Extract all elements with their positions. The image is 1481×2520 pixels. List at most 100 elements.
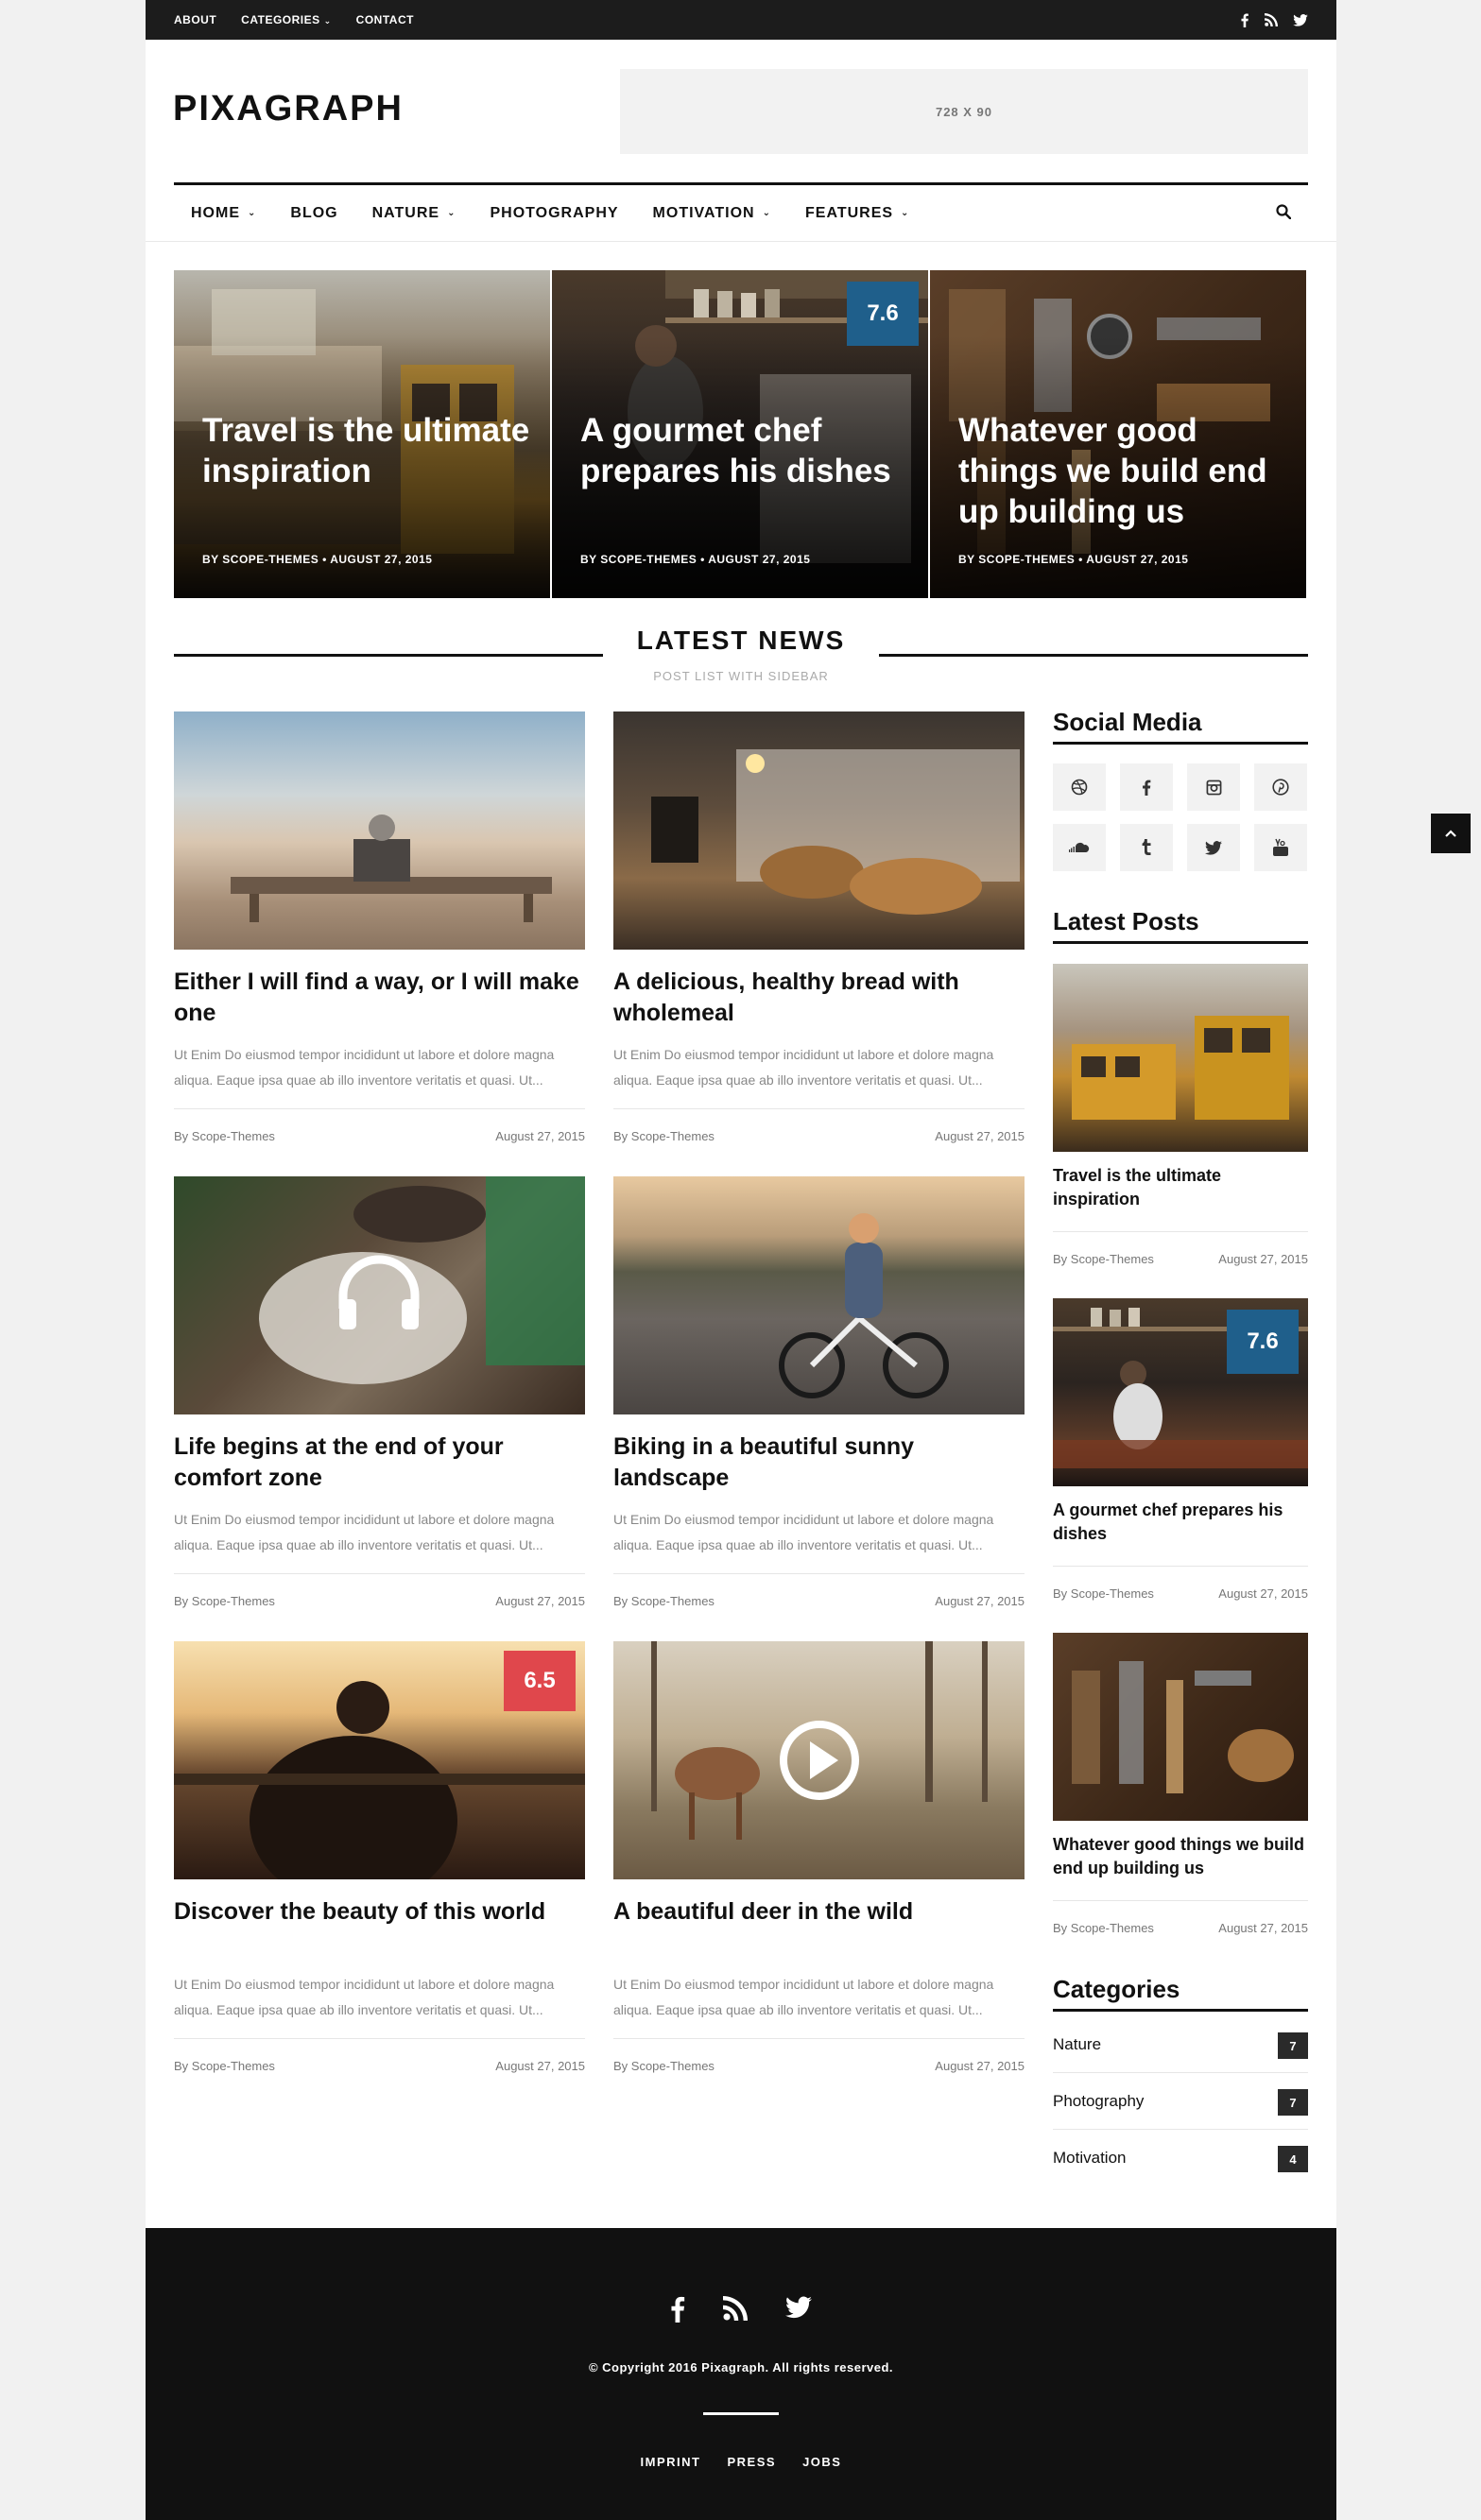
rss-icon[interactable] <box>723 2296 748 2327</box>
social-button-twitter[interactable] <box>1187 824 1240 871</box>
section-subtitle: POST LIST WITH SIDEBAR <box>653 669 829 683</box>
nav-item-nature[interactable]: NATURE ⌄ <box>372 205 456 222</box>
post-image-bench[interactable] <box>174 711 585 950</box>
pinterest-icon <box>1272 779 1289 796</box>
post-title[interactable]: Biking in a beautiful sunny landscape <box>613 1431 1025 1494</box>
chevron-down-icon: ⌄ <box>762 208 771 218</box>
post-excerpt: Ut Enim Do eiusmod tempor incididunt ut … <box>613 1977 994 2017</box>
post-image-bike[interactable] <box>613 1176 1025 1414</box>
latest-post-title[interactable]: Travel is the ultimate inspiration <box>1053 1164 1308 1211</box>
tumblr-icon <box>1142 839 1151 855</box>
latest-post-author[interactable]: By Scope-Themes <box>1053 1252 1154 1266</box>
top-nav-contact[interactable]: CONTACT <box>356 13 414 26</box>
post-image-deer[interactable] <box>613 1641 1025 1879</box>
post-author[interactable]: By Scope-Themes <box>174 1594 275 1608</box>
post-author[interactable]: By Scope-Themes <box>613 1129 715 1143</box>
back-to-top-button[interactable] <box>1431 814 1471 853</box>
nav-divider <box>146 241 1336 242</box>
hero-meta: BY SCOPE-THEMES • AUGUST 27, 2015 <box>202 553 433 566</box>
category-name[interactable]: Motivation <box>1053 2149 1126 2168</box>
twitter-icon[interactable] <box>785 2296 812 2327</box>
footer-copyright: © Copyright 2016 Pixagraph. All rights r… <box>588 2360 894 2374</box>
post-title[interactable]: A beautiful deer in the wild <box>613 1896 1025 1928</box>
post-image-bread[interactable] <box>613 711 1025 950</box>
twitter-icon[interactable] <box>1293 13 1308 26</box>
post-divider <box>613 1108 1025 1109</box>
category-count: 4 <box>1278 2146 1308 2172</box>
social-button-facebook[interactable] <box>1120 763 1173 811</box>
facebook-icon[interactable] <box>1240 13 1249 27</box>
latest-post-image-tram[interactable] <box>1053 964 1308 1152</box>
hero-title[interactable]: Travel is the ultimate inspiration <box>202 410 533 491</box>
search-icon[interactable] <box>1276 204 1292 224</box>
category-item-nature[interactable]: Nature 7 <box>1053 2016 1308 2073</box>
post-image-sleeper[interactable] <box>174 1176 585 1414</box>
nav-item-features[interactable]: FEATURES ⌄ <box>805 205 909 222</box>
nav-item-nature-label: NATURE <box>371 204 440 221</box>
latest-post-divider <box>1053 1900 1308 1901</box>
latest-post-author[interactable]: By Scope-Themes <box>1053 1921 1154 1935</box>
nav-item-motivation[interactable]: MOTIVATION ⌄ <box>653 205 771 222</box>
hero-meta: BY SCOPE-THEMES • AUGUST 27, 2015 <box>580 553 811 566</box>
ad-banner[interactable]: 728 X 90 <box>620 69 1308 154</box>
post-title[interactable]: Discover the beauty of this world <box>174 1896 585 1928</box>
top-nav-categories-label: CATEGORIES <box>241 13 320 26</box>
latest-post-title[interactable]: Whatever good things we build end up bui… <box>1053 1833 1308 1880</box>
post-excerpt: Ut Enim Do eiusmod tempor incididunt ut … <box>613 1512 994 1552</box>
social-button-pinterest[interactable] <box>1254 763 1307 811</box>
post-title[interactable]: A delicious, healthy bread with wholemea… <box>613 967 1025 1029</box>
category-count: 7 <box>1278 2032 1308 2059</box>
latest-post-image-tools[interactable] <box>1053 1633 1308 1821</box>
top-bar: ABOUT CATEGORIES ⌄ CONTACT <box>146 0 1336 40</box>
facebook-icon <box>1143 780 1151 796</box>
nav-item-photography[interactable]: PHOTOGRAPHY <box>490 205 618 222</box>
post-divider <box>174 1108 585 1109</box>
category-count: 7 <box>1278 2089 1308 2116</box>
latest-post-image-chef[interactable]: 7.6 <box>1053 1298 1308 1486</box>
post-title[interactable]: Life begins at the end of your comfort z… <box>174 1431 585 1494</box>
hero-card-tools[interactable]: Whatever good things we build end up bui… <box>930 270 1306 598</box>
latest-post-author[interactable]: By Scope-Themes <box>1053 1586 1154 1601</box>
top-nav-about[interactable]: ABOUT <box>174 13 216 26</box>
nav-item-blog[interactable]: BLOG <box>290 205 337 222</box>
category-item-photography[interactable]: Photography 7 <box>1053 2073 1308 2130</box>
social-button-youtube[interactable] <box>1254 824 1307 871</box>
post-date: August 27, 2015 <box>935 1594 1025 1608</box>
post-author[interactable]: By Scope-Themes <box>174 2059 275 2073</box>
post-author[interactable]: By Scope-Themes <box>613 2059 715 2073</box>
social-button-soundcloud[interactable] <box>1053 824 1106 871</box>
nav-item-home[interactable]: HOME ⌄ <box>191 205 256 222</box>
hero-title[interactable]: A gourmet chef prepares his dishes <box>580 410 911 491</box>
hero-title[interactable]: Whatever good things we build end up bui… <box>958 410 1289 532</box>
footer-link-jobs[interactable]: JOBS <box>802 2455 841 2469</box>
hero-meta: BY SCOPE-THEMES • AUGUST 27, 2015 <box>958 553 1189 566</box>
hero-card-chef[interactable]: 7.6 A gourmet chef prepares his dishes B… <box>552 270 928 598</box>
post-author[interactable]: By Scope-Themes <box>174 1129 275 1143</box>
chevron-down-icon: ⌄ <box>447 208 456 218</box>
facebook-icon[interactable] <box>670 2296 685 2327</box>
widget-title-social: Social Media <box>1053 708 1202 736</box>
rss-icon[interactable] <box>1265 13 1278 26</box>
site-logo[interactable]: PIXAGRAPH <box>173 89 404 129</box>
latest-post-title[interactable]: A gourmet chef prepares his dishes <box>1053 1499 1308 1546</box>
main-nav: HOME ⌄ BLOG NATURE ⌄ PHOTOGRAPHY MOTIVATIO… <box>174 182 1308 241</box>
category-name[interactable]: Photography <box>1053 2092 1144 2111</box>
hero-card-travel[interactable]: Travel is the ultimate inspiration BY SC… <box>174 270 550 598</box>
footer-link-imprint[interactable]: IMPRINT <box>641 2455 701 2469</box>
social-button-instagram[interactable] <box>1187 763 1240 811</box>
youtube-icon <box>1273 838 1288 856</box>
footer-link-press[interactable]: PRESS <box>727 2455 776 2469</box>
post-author[interactable]: By Scope-Themes <box>613 1594 715 1608</box>
play-icon <box>780 1721 859 1800</box>
post-title[interactable]: Either I will find a way, or I will make… <box>174 967 585 1029</box>
category-item-motivation[interactable]: Motivation 4 <box>1053 2130 1308 2186</box>
top-nav-categories[interactable]: CATEGORIES ⌄ <box>241 13 332 26</box>
section-rule-left <box>174 654 603 657</box>
social-button-dribbble[interactable] <box>1053 763 1106 811</box>
post-image-sunset[interactable]: 6.5 <box>174 1641 585 1879</box>
chevron-down-icon: ⌄ <box>248 208 257 218</box>
social-button-tumblr[interactable] <box>1120 824 1173 871</box>
category-name[interactable]: Nature <box>1053 2035 1101 2054</box>
post-date: August 27, 2015 <box>935 1129 1025 1143</box>
chevron-down-icon: ⌄ <box>323 16 332 26</box>
